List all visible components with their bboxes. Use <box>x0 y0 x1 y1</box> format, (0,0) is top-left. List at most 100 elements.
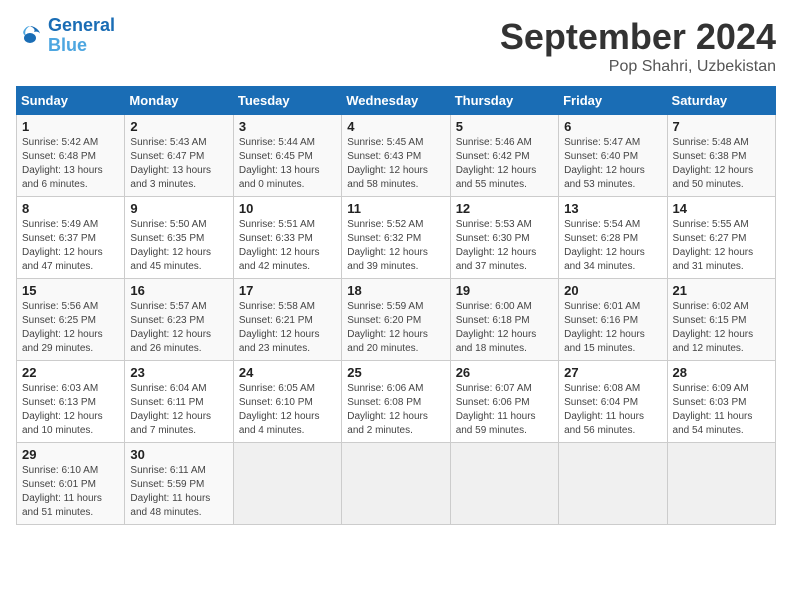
calendar-cell: 23 Sunrise: 6:04 AMSunset: 6:11 PMDayligh… <box>125 361 233 443</box>
day-info: Sunrise: 6:05 AMSunset: 6:10 PMDaylight:… <box>239 382 336 438</box>
calendar-cell <box>667 443 775 525</box>
day-info: Sunrise: 5:43 AMSunset: 6:47 PMDaylight:… <box>130 136 227 192</box>
day-number: 29 <box>22 447 119 462</box>
calendar-cell: 21 Sunrise: 6:02 AMSunset: 6:15 PMDayligh… <box>667 279 775 361</box>
calendar-cell: 24 Sunrise: 6:05 AMSunset: 6:10 PMDayligh… <box>233 361 341 443</box>
day-number: 19 <box>456 283 553 298</box>
day-info: Sunrise: 6:04 AMSunset: 6:11 PMDaylight:… <box>130 382 227 438</box>
day-number: 28 <box>673 365 770 380</box>
calendar-week-1: 1Sunrise: 5:42 AMSunset: 6:48 PMDaylight… <box>17 115 776 197</box>
day-info: Sunrise: 5:46 AMSunset: 6:42 PMDaylight:… <box>456 136 553 192</box>
day-number: 1 <box>22 119 119 134</box>
day-number: 24 <box>239 365 336 380</box>
day-info: Sunrise: 6:08 AMSunset: 6:04 PMDaylight:… <box>564 382 661 438</box>
day-number: 17 <box>239 283 336 298</box>
calendar-week-2: 8 Sunrise: 5:49 AMSunset: 6:37 PMDaylight… <box>17 197 776 279</box>
day-number: 26 <box>456 365 553 380</box>
calendar-cell: 6Sunrise: 5:47 AMSunset: 6:40 PMDaylight… <box>559 115 667 197</box>
day-number: 2 <box>130 119 227 134</box>
logo-text: General Blue <box>48 16 115 56</box>
day-info: Sunrise: 5:58 AMSunset: 6:21 PMDaylight:… <box>239 300 336 356</box>
calendar-cell: 15Sunrise: 5:56 AMSunset: 6:25 PMDayligh… <box>17 279 125 361</box>
calendar-cell: 27 Sunrise: 6:08 AMSunset: 6:04 PMDayligh… <box>559 361 667 443</box>
calendar-cell: 7 Sunrise: 5:48 AMSunset: 6:38 PMDaylight… <box>667 115 775 197</box>
calendar-cell: 18 Sunrise: 5:59 AMSunset: 6:20 PMDayligh… <box>342 279 450 361</box>
day-number: 16 <box>130 283 227 298</box>
day-number: 11 <box>347 201 444 216</box>
day-info: Sunrise: 6:07 AMSunset: 6:06 PMDaylight:… <box>456 382 553 438</box>
calendar-cell: 14 Sunrise: 5:55 AMSunset: 6:27 PMDayligh… <box>667 197 775 279</box>
calendar-week-4: 22Sunrise: 6:03 AMSunset: 6:13 PMDayligh… <box>17 361 776 443</box>
calendar-cell: 3Sunrise: 5:44 AMSunset: 6:45 PMDaylight… <box>233 115 341 197</box>
logo-icon <box>16 22 44 50</box>
day-info: Sunrise: 6:10 AMSunset: 6:01 PMDaylight:… <box>22 464 119 520</box>
day-info: Sunrise: 5:59 AMSunset: 6:20 PMDaylight:… <box>347 300 444 356</box>
day-number: 14 <box>673 201 770 216</box>
calendar-cell: 30 Sunrise: 6:11 AMSunset: 5:59 PMDayligh… <box>125 443 233 525</box>
day-number: 18 <box>347 283 444 298</box>
day-info: Sunrise: 5:54 AMSunset: 6:28 PMDaylight:… <box>564 218 661 274</box>
day-number: 7 <box>673 119 770 134</box>
day-info: Sunrise: 5:45 AMSunset: 6:43 PMDaylight:… <box>347 136 444 192</box>
calendar-cell: 28 Sunrise: 6:09 AMSunset: 6:03 PMDayligh… <box>667 361 775 443</box>
day-number: 5 <box>456 119 553 134</box>
day-info: Sunrise: 5:48 AMSunset: 6:38 PMDaylight:… <box>673 136 770 192</box>
calendar-table: Sunday Monday Tuesday Wednesday Thursday… <box>16 86 776 525</box>
calendar-cell: 10Sunrise: 5:51 AMSunset: 6:33 PMDayligh… <box>233 197 341 279</box>
calendar-cell: 25 Sunrise: 6:06 AMSunset: 6:08 PMDayligh… <box>342 361 450 443</box>
calendar-cell: 12Sunrise: 5:53 AMSunset: 6:30 PMDayligh… <box>450 197 558 279</box>
location: Pop Shahri, Uzbekistan <box>500 58 776 76</box>
calendar-cell: 26 Sunrise: 6:07 AMSunset: 6:06 PMDayligh… <box>450 361 558 443</box>
calendar-cell <box>450 443 558 525</box>
col-friday: Friday <box>559 87 667 115</box>
day-info: Sunrise: 5:50 AMSunset: 6:35 PMDaylight:… <box>130 218 227 274</box>
calendar-cell <box>342 443 450 525</box>
calendar-cell <box>559 443 667 525</box>
calendar-cell: 4 Sunrise: 5:45 AMSunset: 6:43 PMDaylight… <box>342 115 450 197</box>
month-title: September 2024 <box>500 16 776 58</box>
calendar-cell: 19 Sunrise: 6:00 AMSunset: 6:18 PMDayligh… <box>450 279 558 361</box>
day-number: 25 <box>347 365 444 380</box>
day-number: 9 <box>130 201 227 216</box>
page-header: General Blue September 2024 Pop Shahri, … <box>16 16 776 76</box>
day-number: 13 <box>564 201 661 216</box>
calendar-cell: 11 Sunrise: 5:52 AMSunset: 6:32 PMDayligh… <box>342 197 450 279</box>
day-number: 15 <box>22 283 119 298</box>
day-info: Sunrise: 5:53 AMSunset: 6:30 PMDaylight:… <box>456 218 553 274</box>
calendar-cell: 22Sunrise: 6:03 AMSunset: 6:13 PMDayligh… <box>17 361 125 443</box>
day-info: Sunrise: 5:52 AMSunset: 6:32 PMDaylight:… <box>347 218 444 274</box>
day-number: 22 <box>22 365 119 380</box>
col-monday: Monday <box>125 87 233 115</box>
col-wednesday: Wednesday <box>342 87 450 115</box>
calendar-week-5: 29 Sunrise: 6:10 AMSunset: 6:01 PMDayligh… <box>17 443 776 525</box>
col-thursday: Thursday <box>450 87 558 115</box>
day-number: 20 <box>564 283 661 298</box>
day-info: Sunrise: 5:55 AMSunset: 6:27 PMDaylight:… <box>673 218 770 274</box>
calendar-cell: 1Sunrise: 5:42 AMSunset: 6:48 PMDaylight… <box>17 115 125 197</box>
day-number: 23 <box>130 365 227 380</box>
day-info: Sunrise: 6:06 AMSunset: 6:08 PMDaylight:… <box>347 382 444 438</box>
title-block: September 2024 Pop Shahri, Uzbekistan <box>500 16 776 76</box>
day-number: 4 <box>347 119 444 134</box>
day-info: Sunrise: 6:01 AMSunset: 6:16 PMDaylight:… <box>564 300 661 356</box>
calendar-cell: 13 Sunrise: 5:54 AMSunset: 6:28 PMDayligh… <box>559 197 667 279</box>
calendar-cell: 17 Sunrise: 5:58 AMSunset: 6:21 PMDayligh… <box>233 279 341 361</box>
day-info: Sunrise: 5:57 AMSunset: 6:23 PMDaylight:… <box>130 300 227 356</box>
col-saturday: Saturday <box>667 87 775 115</box>
col-tuesday: Tuesday <box>233 87 341 115</box>
logo: General Blue <box>16 16 115 56</box>
day-number: 30 <box>130 447 227 462</box>
calendar-cell: 29 Sunrise: 6:10 AMSunset: 6:01 PMDayligh… <box>17 443 125 525</box>
day-number: 8 <box>22 201 119 216</box>
day-info: Sunrise: 5:47 AMSunset: 6:40 PMDaylight:… <box>564 136 661 192</box>
day-info: Sunrise: 6:09 AMSunset: 6:03 PMDaylight:… <box>673 382 770 438</box>
calendar-cell: 20 Sunrise: 6:01 AMSunset: 6:16 PMDayligh… <box>559 279 667 361</box>
day-info: Sunrise: 6:11 AMSunset: 5:59 PMDaylight:… <box>130 464 227 520</box>
day-number: 21 <box>673 283 770 298</box>
day-info: Sunrise: 6:02 AMSunset: 6:15 PMDaylight:… <box>673 300 770 356</box>
day-number: 3 <box>239 119 336 134</box>
calendar-cell: 2 Sunrise: 5:43 AMSunset: 6:47 PMDaylight… <box>125 115 233 197</box>
day-info: Sunrise: 6:00 AMSunset: 6:18 PMDaylight:… <box>456 300 553 356</box>
day-info: Sunrise: 5:49 AMSunset: 6:37 PMDaylight:… <box>22 218 119 274</box>
day-number: 27 <box>564 365 661 380</box>
